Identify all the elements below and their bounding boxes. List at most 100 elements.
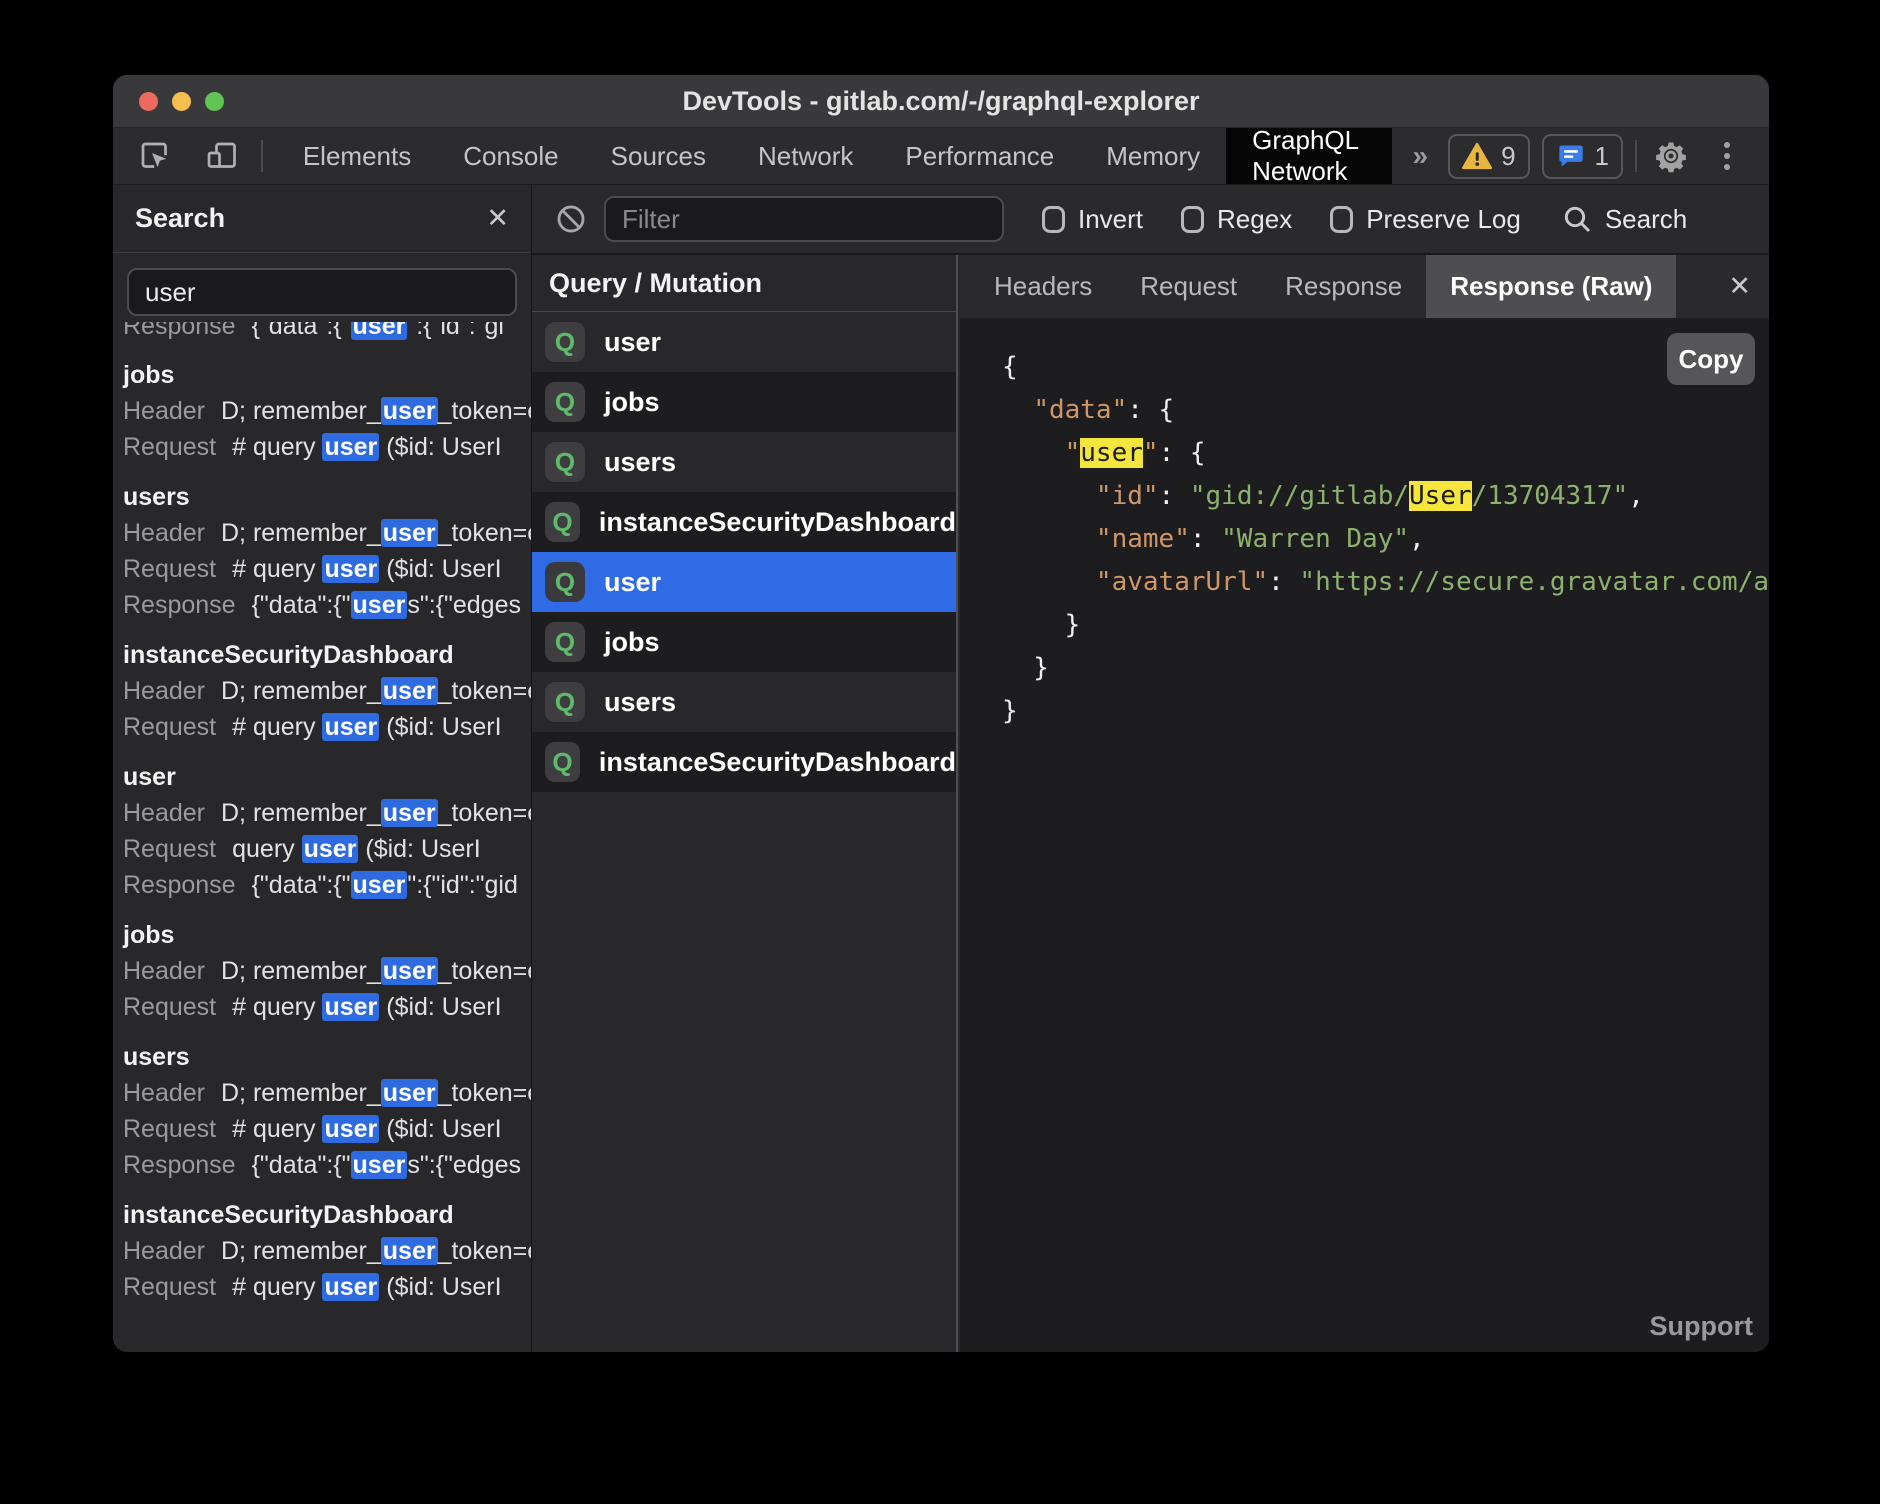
result-group: jobsHeaderD; remember_user_token=eReques… <box>123 357 531 465</box>
search-result-line[interactable]: Request# query user ($id: UserI <box>123 1269 531 1305</box>
regex-checkbox[interactable] <box>1181 206 1204 233</box>
result-group-title[interactable]: jobs <box>123 357 531 393</box>
search-result-line[interactable]: Request# query user ($id: UserI <box>123 709 531 745</box>
search-result-line[interactable]: HeaderD; remember_user_token=e <box>123 1233 531 1269</box>
search-toggle-button[interactable]: Search <box>1561 203 1687 235</box>
result-group-title[interactable]: instanceSecurityDashboard <box>123 1197 531 1233</box>
search-result-line[interactable]: HeaderD; remember_user_token=e <box>123 515 531 551</box>
json-token: : <box>1268 567 1299 597</box>
warning-count: 9 <box>1501 141 1515 172</box>
window-close-button[interactable] <box>139 92 158 111</box>
checkbox-invert: Invert <box>1042 204 1143 235</box>
tab-network[interactable]: Network <box>732 128 879 184</box>
tab-sources[interactable]: Sources <box>585 128 732 184</box>
detail-tabs: HeadersRequest Response Response (Raw) <box>960 255 1769 318</box>
inspect-element-button[interactable] <box>133 134 177 178</box>
search-close-button[interactable]: ✕ <box>486 205 509 232</box>
search-result-line[interactable]: Request# query user ($id: UserI <box>123 429 531 465</box>
window-controls <box>139 75 224 128</box>
detail-close-button[interactable]: ✕ <box>1728 273 1751 300</box>
settings-button[interactable] <box>1649 134 1693 178</box>
search-result-line[interactable]: HeaderD; remember_user_token=e <box>123 673 531 709</box>
regex-label[interactable]: Regex <box>1217 204 1292 235</box>
search-result-line[interactable]: HeaderD; remember_user_token=e <box>123 393 531 429</box>
search-input[interactable] <box>127 268 517 316</box>
query-row-jobs[interactable]: Qjobs <box>532 612 956 672</box>
warnings-badge[interactable]: 9 <box>1448 134 1529 179</box>
result-group-title[interactable]: instanceSecurityDashboard <box>123 637 531 673</box>
json-token: "data" <box>1033 395 1127 425</box>
search-result-line[interactable]: HeaderD; remember_user_token=e <box>123 1075 531 1111</box>
result-text: {"data":{" <box>252 322 351 340</box>
filter-clear-button[interactable] <box>554 202 588 236</box>
filter-input[interactable] <box>604 196 1004 242</box>
query-row-user[interactable]: Quser <box>532 312 956 372</box>
query-row-instanceSecurityDashboard[interactable]: QinstanceSecurityDashboard <box>532 732 956 792</box>
more-options-button[interactable] <box>1705 134 1749 178</box>
invert-checkbox[interactable] <box>1042 206 1065 233</box>
preserve-log-checkbox[interactable] <box>1330 206 1353 233</box>
detail-panel: HeadersRequest Response Response (Raw) ✕ C… <box>960 255 1769 1352</box>
search-result-line[interactable]: Request# query user ($id: UserI <box>123 989 531 1025</box>
search-result-line[interactable]: Requestquery user ($id: UserI <box>123 831 531 867</box>
tab-elements[interactable]: Elements <box>277 128 437 184</box>
more-tabs-button[interactable]: » <box>1392 128 1448 184</box>
result-group-title[interactable]: jobs <box>123 917 531 953</box>
search-match-highlight: user <box>302 835 359 863</box>
result-group-title[interactable]: users <box>123 479 531 515</box>
gear-icon <box>1654 139 1688 173</box>
tab-memory[interactable]: Memory <box>1080 128 1226 184</box>
tab-label: Console <box>463 141 558 172</box>
search-result-line[interactable]: Response{"data":{"users":{"edges <box>123 587 531 623</box>
device-toolbar-button[interactable] <box>199 134 243 178</box>
tab-label: Elements <box>303 141 411 172</box>
query-row-users[interactable]: Qusers <box>532 432 956 492</box>
result-text: # query <box>232 993 322 1021</box>
search-match-highlight: user <box>351 1151 408 1179</box>
search-result-line[interactable]: HeaderD; remember_user_token=e <box>123 795 531 831</box>
query-row-user[interactable]: Quser <box>532 552 956 612</box>
tab-console[interactable]: Console <box>437 128 584 184</box>
tab-performance[interactable]: Performance <box>879 128 1080 184</box>
result-text: _token=e <box>438 519 531 547</box>
detail-tab-headers[interactable]: Headers <box>970 255 1116 318</box>
query-label: users <box>604 447 676 478</box>
titlebar: DevTools - gitlab.com/-/graphql-explorer <box>113 75 1769 128</box>
query-row-instanceSecurityDashboard[interactable]: QinstanceSecurityDashboard <box>532 492 956 552</box>
query-row-users[interactable]: Qusers <box>532 672 956 732</box>
support-link[interactable]: Support <box>1650 1311 1753 1342</box>
detail-tab-response-raw-[interactable]: Response (Raw) <box>1426 255 1676 318</box>
search-result-line[interactable]: Response{"data":{"user":{"id":"gid <box>123 867 531 903</box>
json-token: : { <box>1159 438 1206 468</box>
result-text: ($id: UserI <box>379 713 501 741</box>
search-result-line[interactable]: Request# query user ($id: UserI <box>123 551 531 587</box>
result-text: ($id: UserI <box>379 433 501 461</box>
detail-tab-label: Response <box>1285 271 1402 302</box>
result-group: instanceSecurityDashboardHeaderD; rememb… <box>123 637 531 745</box>
query-row-jobs[interactable]: Qjobs <box>532 372 956 432</box>
tab-graphql-network[interactable]: GraphQL Network <box>1226 128 1392 184</box>
result-line-label: Response <box>123 1151 236 1179</box>
result-line-label: Response <box>123 322 236 340</box>
preserve-log-label[interactable]: Preserve Log <box>1366 204 1521 235</box>
window-maximize-button[interactable] <box>205 92 224 111</box>
search-result-line[interactable]: Request# query user ($id: UserI <box>123 1111 531 1147</box>
tab-label: Network <box>758 141 853 172</box>
search-result-line[interactable]: HeaderD; remember_user_token=e <box>123 953 531 989</box>
result-group-title[interactable]: users <box>123 1039 531 1075</box>
copy-button[interactable]: Copy <box>1667 333 1755 385</box>
search-match-highlight: user <box>322 993 379 1021</box>
detail-tab-response[interactable]: Response <box>1261 255 1426 318</box>
result-text: # query <box>232 433 322 461</box>
detail-tab-label: Response (Raw) <box>1450 271 1652 302</box>
search-result-line[interactable]: Response{"data":{"user":{"id":"gi <box>123 322 531 343</box>
detail-tab-request[interactable]: Request <box>1116 255 1261 318</box>
toolbar-divider <box>1635 140 1637 172</box>
window-minimize-button[interactable] <box>172 92 191 111</box>
result-text: D; remember_ <box>221 519 381 547</box>
messages-badge[interactable]: 1 <box>1542 134 1623 179</box>
search-match-highlight: user <box>381 677 438 705</box>
invert-label[interactable]: Invert <box>1078 204 1143 235</box>
result-group-title[interactable]: user <box>123 759 531 795</box>
search-result-line[interactable]: Response{"data":{"users":{"edges <box>123 1147 531 1183</box>
